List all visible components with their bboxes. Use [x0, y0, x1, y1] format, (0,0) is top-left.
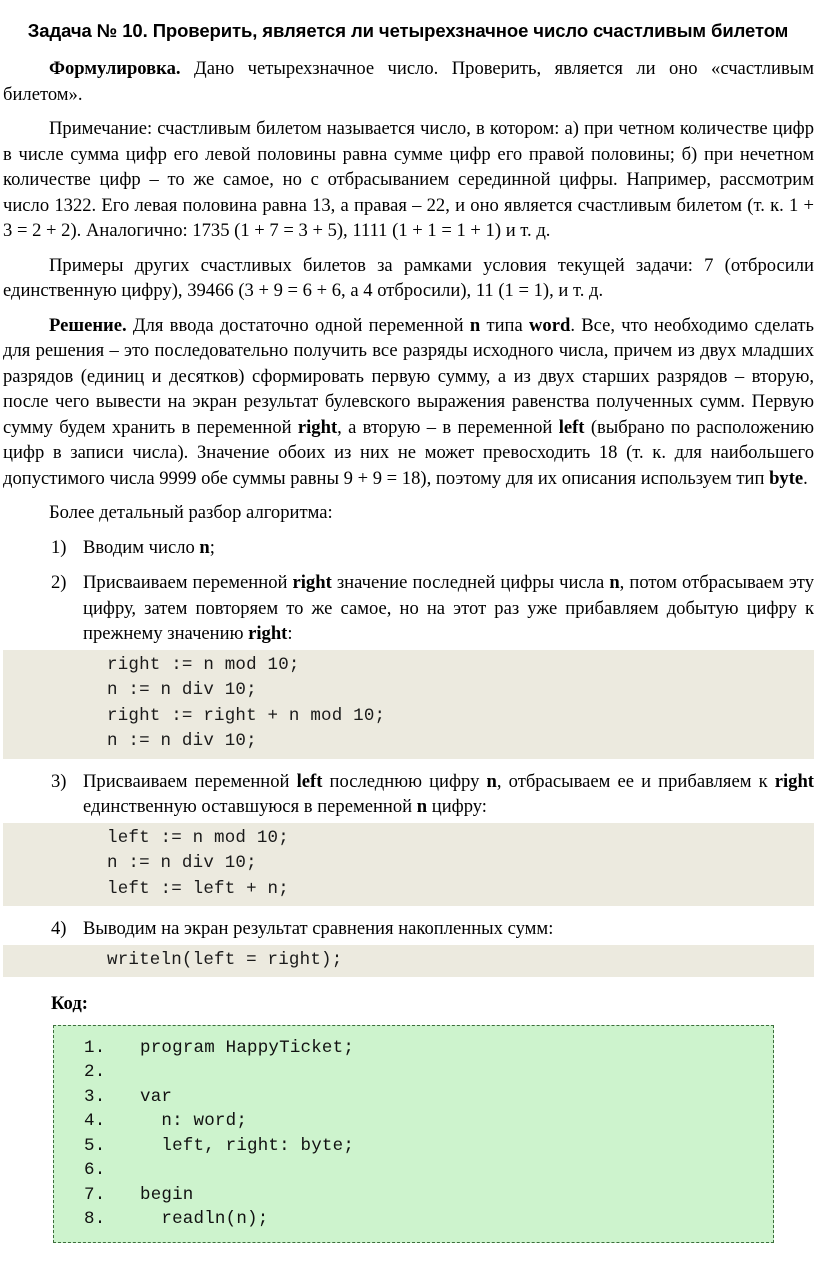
code-line-number: 5.	[84, 1135, 106, 1156]
step-code-term: n	[416, 796, 428, 817]
code-listing-row: 3. var	[54, 1085, 773, 1110]
step-text-run: ;	[209, 536, 215, 558]
code-line: n := n div 10;	[107, 731, 257, 751]
step-text-run: последнюю цифру	[322, 770, 487, 792]
step-text: Вводим число n;	[83, 537, 215, 558]
inline-code-lines: left := n mod 10; n := n div 10; left := l…	[3, 822, 814, 906]
variable-left: left	[558, 416, 585, 438]
paragraph-examples: Примеры других счастливых билетов за рам…	[3, 254, 814, 302]
code-listing-row: 2.	[54, 1060, 773, 1085]
inline-code-block: left := n mod 10; n := n div 10; left := l…	[3, 822, 814, 906]
step-text-run: цифру:	[427, 796, 487, 817]
code-section-label: Код:	[51, 993, 88, 1014]
step-code-term: n	[199, 536, 210, 558]
solution-text-2: типа	[480, 314, 529, 336]
document-page: Задача № 10. Проверить, является ли четы…	[0, 18, 816, 1279]
code-line: right := n mod 10;	[107, 654, 300, 675]
code-line-number: 7.	[84, 1184, 106, 1205]
step-code-term: left	[296, 770, 323, 792]
step-marker: 3)	[51, 770, 67, 792]
code-line: n := n div 10;	[107, 680, 257, 700]
code-line: right := right + n mod 10;	[107, 705, 386, 726]
code-line-number: 4.	[84, 1111, 106, 1131]
code-listing-row: 6.	[54, 1158, 773, 1183]
step-text-run: единственную оставшуюся в переменной	[83, 796, 417, 817]
paragraph-note: Примечание: счастливым билетом называетс…	[3, 118, 814, 241]
step-text-run: :	[287, 623, 293, 644]
algorithm-step: 1) Вводим число n;	[3, 535, 814, 561]
solution-text-6: .	[803, 467, 808, 489]
algorithm-steps-list: 1) Вводим число n; 2) Присваиваем переменно…	[3, 535, 814, 977]
code-listing-row: 8. readln(n);	[54, 1207, 773, 1232]
step-text-run: Присваиваем переменной	[83, 572, 293, 593]
step-text-run: значение последней цифры числа	[331, 572, 610, 593]
code-line-number: 3.	[84, 1086, 106, 1107]
step-text-run: Присваиваем переменной	[83, 770, 297, 792]
code-line: writeln(left = right);	[107, 949, 343, 970]
inline-code-lines: right := n mod 10; n := n div 10; right :=…	[3, 649, 814, 759]
inline-code-block: writeln(left = right);	[3, 944, 814, 977]
code-line-text: readln(n);	[140, 1209, 269, 1229]
code-line-number: 8.	[84, 1209, 106, 1229]
variable-right: right	[297, 416, 338, 438]
step-text-run: , отбрасываем ее и прибавляем к	[496, 770, 775, 792]
step-code-term: right	[292, 572, 332, 593]
code-line: left := n mod 10;	[107, 827, 289, 848]
paragraph-algorithm-intro: Более детальный разбор алгоритма:	[49, 502, 333, 523]
code-listing-row: 5. left, right: byte;	[54, 1134, 773, 1159]
algorithm-step: 3) Присваиваем переменной left последнюю …	[3, 769, 814, 820]
code-line-text: var	[140, 1086, 173, 1107]
type-byte: byte	[769, 467, 804, 489]
step-code-term: right	[248, 623, 288, 644]
formulation-label: Формулировка.	[49, 58, 181, 79]
code-line-text: left, right: byte;	[140, 1135, 355, 1156]
paragraph-formulation: Формулировка. Дано четырехзначное число.…	[3, 56, 814, 107]
code-line-text: n: word;	[140, 1111, 248, 1131]
step-marker: 2)	[51, 572, 67, 593]
step-text: Присваиваем переменной left последнюю ци…	[83, 771, 814, 818]
step-text-run: Выводим на экран результат сравнения нак…	[83, 918, 554, 939]
page-title: Задача № 10. Проверить, является ли четы…	[27, 20, 789, 41]
paragraph-solution: Решение. Для ввода достаточно одной пере…	[3, 313, 814, 492]
code-line-number: 6.	[84, 1160, 106, 1180]
step-marker: 4)	[51, 918, 67, 939]
step-marker: 1)	[51, 536, 67, 558]
code-line: n := n div 10;	[107, 853, 257, 873]
code-line: left := left + n;	[107, 878, 289, 899]
code-listing-row: 7. begin	[54, 1183, 773, 1208]
solution-text-4: , а вторую – в переменной	[337, 416, 559, 438]
code-line-text: begin	[140, 1184, 194, 1205]
step-code-term: n	[609, 572, 620, 593]
step-code-term: right	[774, 770, 814, 792]
variable-n: n	[469, 314, 481, 336]
step-text: Выводим на экран результат сравнения нак…	[83, 918, 553, 939]
code-line-text: program HappyTicket;	[140, 1037, 355, 1058]
solution-label: Решение.	[49, 314, 127, 336]
type-word: word	[528, 314, 571, 336]
code-line-number: 2.	[84, 1062, 106, 1082]
step-code-term: n	[486, 770, 497, 792]
document-body: Формулировка. Дано четырехзначное число.…	[3, 56, 814, 1243]
step-text: Присваиваем переменной right значение по…	[83, 572, 814, 644]
inline-code-block: right := n mod 10; n := n div 10; right :=…	[3, 649, 814, 759]
inline-code-lines: writeln(left = right);	[3, 944, 814, 977]
algorithm-step: 4) Выводим на экран результат сравнения н…	[3, 916, 814, 942]
code-listing-block: 1. program HappyTicket; 2. 3. var 4. n: word;…	[53, 1024, 774, 1243]
code-line-number: 1.	[84, 1037, 106, 1058]
algorithm-step: 2) Присваиваем переменной right значение …	[3, 570, 814, 647]
code-listing-row: 4. n: word;	[54, 1109, 773, 1134]
solution-text-1: Для ввода достаточно одной переменной	[126, 314, 470, 336]
step-text-run: Вводим число	[83, 536, 200, 558]
code-listing-row: 1. program HappyTicket;	[54, 1036, 773, 1061]
